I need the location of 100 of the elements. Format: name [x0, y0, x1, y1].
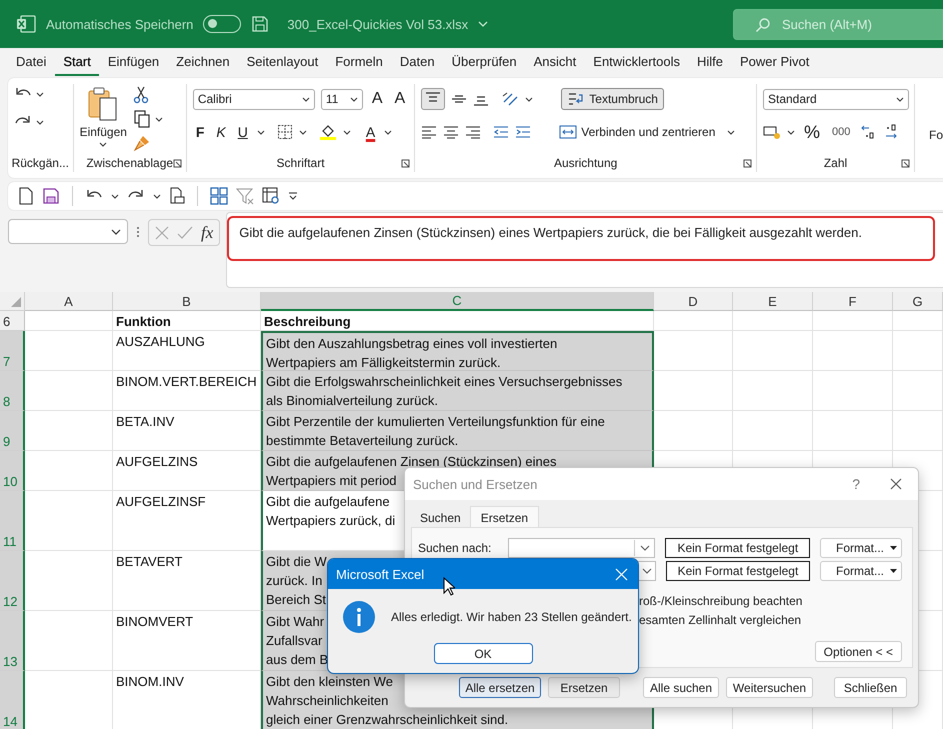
menu-tab[interactable]: Daten: [392, 48, 443, 76]
caret-icon[interactable]: [298, 130, 307, 134]
scissors-icon[interactable]: [132, 86, 149, 104]
caret-icon[interactable]: [154, 116, 163, 122]
fill-color-icon[interactable]: [318, 123, 337, 141]
menu-tab[interactable]: Hilfe: [688, 48, 731, 76]
dialog-button[interactable]: Schließen: [834, 677, 907, 698]
column-header[interactable]: E: [733, 292, 813, 311]
font-name-dropdown[interactable]: Calibri: [192, 88, 315, 110]
input-field[interactable]: [638, 561, 656, 581]
menu-tab[interactable]: Einfügen: [100, 48, 168, 76]
caret-icon[interactable]: [111, 194, 119, 198]
percent-button[interactable]: %: [800, 122, 823, 142]
bold-button[interactable]: F: [192, 124, 208, 140]
caret-icon[interactable]: [36, 92, 44, 96]
ok-button[interactable]: OK: [434, 643, 532, 664]
menu-tab[interactable]: Zeichnen: [168, 48, 238, 76]
close-icon[interactable]: [890, 478, 902, 490]
row-header[interactable]: 11: [0, 491, 25, 551]
formula-field[interactable]: Gibt die aufgelaufenen Zinsen (Stückzinsen) eines Wertpapiers zurück, die bei Fälligkeit ausgezahlt werden.: [226, 212, 943, 288]
format-button[interactable]: Format...: [820, 561, 902, 581]
caret-icon[interactable]: [786, 130, 795, 134]
dialog-button[interactable]: Alle suchen: [643, 677, 719, 698]
number-format-dropdown[interactable]: Standard: [762, 88, 909, 110]
insert-function-button[interactable]: fx: [201, 222, 214, 242]
dialog-launcher-icon[interactable]: [172, 159, 182, 168]
underline-button[interactable]: U: [234, 124, 251, 140]
customize-caret-icon[interactable]: [288, 192, 298, 200]
search-field[interactable]: Suchen (Alt+M): [733, 8, 943, 40]
dialog-button[interactable]: Weitersuchen: [726, 677, 813, 698]
row-header[interactable]: 9: [0, 411, 25, 451]
caret-icon[interactable]: [727, 130, 736, 134]
wrap-text-button[interactable]: Textumbruch: [561, 88, 664, 110]
align-top-button[interactable]: [421, 88, 446, 110]
menu-tab[interactable]: Datei: [8, 48, 54, 76]
options-button[interactable]: Optionen < <: [814, 641, 902, 662]
currency-icon[interactable]: [762, 124, 781, 140]
ribbon-label[interactable]: Fo: [928, 128, 943, 142]
font-size-dropdown[interactable]: 11: [320, 88, 363, 110]
borders-icon[interactable]: [276, 124, 293, 140]
checkbox-label[interactable]: esamten Zellinhalt vergleichen: [639, 613, 902, 627]
save-icon[interactable]: [42, 187, 60, 205]
column-header[interactable]: A: [25, 292, 113, 311]
align-left-icon[interactable]: [421, 125, 438, 139]
help-button[interactable]: ?: [852, 476, 860, 492]
row-header[interactable]: 14: [0, 671, 25, 729]
dialog-tab[interactable]: Ersetzen: [470, 506, 540, 527]
italic-button[interactable]: K: [213, 124, 229, 140]
caret-icon[interactable]: [36, 120, 44, 124]
caret-icon[interactable]: [384, 130, 392, 134]
thousands-button[interactable]: 000: [829, 126, 854, 138]
dialog-launcher-icon[interactable]: [401, 159, 410, 168]
dialog-launcher-icon[interactable]: [742, 159, 752, 168]
caret-icon[interactable]: [256, 130, 265, 134]
file-name[interactable]: 300_Excel-Quickies Vol 53.xlsx: [287, 16, 468, 32]
row-header[interactable]: 7: [0, 331, 25, 371]
column-header[interactable]: F: [813, 292, 893, 311]
menu-tab[interactable]: Ansicht: [526, 48, 584, 76]
checkbox-label[interactable]: roß-/Kleinschreibung beachten: [639, 594, 902, 608]
column-header[interactable]: D: [654, 292, 733, 311]
row-header[interactable]: 10: [0, 451, 25, 491]
print-preview-icon[interactable]: [169, 187, 185, 205]
chevron-down-icon[interactable]: [478, 21, 488, 27]
new-file-icon[interactable]: [18, 187, 34, 205]
column-header[interactable]: G: [893, 292, 943, 311]
menu-tab[interactable]: Power Pivot: [732, 48, 818, 76]
input-field[interactable]: [508, 538, 656, 558]
menu-tab[interactable]: Überprüfen: [444, 48, 525, 76]
row-header[interactable]: 13: [0, 611, 25, 671]
decrease-indent-icon[interactable]: [493, 125, 510, 139]
merge-center-button[interactable]: Verbinden und zentrieren: [559, 124, 716, 140]
caret-icon[interactable]: [153, 194, 161, 198]
check-icon[interactable]: [177, 226, 193, 240]
orientation-icon[interactable]: [501, 91, 520, 107]
shrink-font-button[interactable]: A: [391, 90, 408, 108]
grip-icon[interactable]: [136, 225, 140, 239]
row-header[interactable]: 12: [0, 551, 25, 611]
paste-button[interactable]: Einfügen: [80, 84, 127, 154]
dialog-button[interactable]: Ersetzen: [548, 677, 620, 698]
form-icon[interactable]: [262, 187, 280, 205]
caret-icon[interactable]: [342, 130, 351, 134]
dialog-launcher-icon[interactable]: [900, 159, 910, 168]
caret-icon[interactable]: [525, 96, 534, 102]
grow-font-button[interactable]: A: [368, 90, 386, 108]
clear-filter-icon[interactable]: [236, 187, 254, 205]
grid-icon[interactable]: [210, 187, 228, 205]
font-color-button[interactable]: A: [362, 124, 378, 140]
align-right-icon[interactable]: [465, 125, 482, 139]
dialog-tab[interactable]: Suchen: [411, 508, 470, 527]
copy-icon[interactable]: [132, 110, 151, 128]
align-center-icon[interactable]: [443, 125, 460, 139]
autosave-toggle[interactable]: [203, 15, 242, 33]
column-header[interactable]: C: [261, 292, 654, 311]
menu-tab[interactable]: Start: [55, 48, 99, 76]
menu-tab[interactable]: Formeln: [327, 48, 391, 76]
menu-tab[interactable]: Seitenlayout: [238, 48, 326, 76]
menu-tab[interactable]: Entwicklertools: [585, 48, 688, 76]
column-header[interactable]: B: [113, 292, 261, 311]
row-header[interactable]: 8: [0, 371, 25, 411]
row-header[interactable]: 6: [0, 311, 25, 331]
